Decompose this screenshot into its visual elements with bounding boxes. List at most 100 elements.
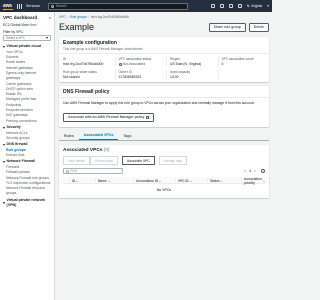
breadcrumb-rule-groups[interactable]: Rule groups [70,15,87,19]
sidebar-item-peering-connections[interactable]: Peering connections [3,119,51,124]
close-icon[interactable]: × [49,15,51,20]
breadcrumb-vpc[interactable]: VPC [59,15,66,19]
dns-panel-text: Use AWS Firewall Manager to apply this r… [63,100,255,105]
region-selector[interactable]: N. Virginia [247,4,263,8]
tab-rules[interactable]: Rules [59,134,79,140]
disassociate-button[interactable]: Disassociate [89,156,119,166]
tab-bar: Rules Associated VPCs Tags [59,133,269,142]
share-rule-group-button[interactable]: Share rule group [208,22,246,32]
sidebar-item-network-firewall-resource-groups[interactable]: Network Firewall resource groups [3,186,51,197]
config-field [217,70,266,79]
search-icon [66,169,69,173]
prev-page-button[interactable]: < [244,169,246,173]
gear-icon[interactable] [237,4,242,8]
configuration-description: This rule group is a AWS Firewall Manage… [63,47,144,51]
sort-icon [107,180,110,182]
column-header-status[interactable]: Status [207,179,241,184]
global-search-input[interactable]: Search [47,2,188,10]
caret-down-icon [3,143,5,146]
view-details-button[interactable]: View details [63,156,90,166]
config-field-label: ID [63,57,67,62]
column-header-id[interactable]: ID [69,179,95,184]
tab-associated-vpcs[interactable]: Associated VPCs [78,133,119,141]
page-header: Example Share rule group Delete [59,21,269,33]
sidebar-item-egress-only-internet-gateways[interactable]: Egress-only internet gateways [3,71,51,82]
sort-icon [263,180,266,182]
status-indicator: Not Associated [118,62,163,66]
config-field-value: Not shared [63,74,80,79]
help-icon[interactable] [228,4,233,8]
config-field: Region US East (N. Virginia) [166,57,214,66]
pagination: < 1 > [244,169,265,174]
config-field: Rule group share status Not shared [63,70,111,79]
column-header-vpc-id[interactable]: VPC ID [175,179,207,184]
config-field: ID rslvr-frg-2ccf7c67f64d4d0b [63,57,111,66]
column-header-association-id-label: Association ID [136,179,159,184]
nav-right-group: N. Virginia ▾ [210,4,269,8]
configuration-title: Example configuration [63,40,117,46]
column-header-id-label: ID [72,179,76,184]
column-header-vpc-id-label: VPC ID [178,179,189,184]
sidebar-section-title: Virtual private network (VPN) [6,197,46,208]
column-header-name-label: Name [98,179,107,184]
column-header-status-label: Status [210,179,220,184]
config-field-value: Not Associated [122,62,146,66]
sidebar-item-domain-lists[interactable]: Domain lists [3,153,51,158]
not-associated-icon [118,62,122,66]
breadcrumb: VPC › Rule groups › rslvr-frg-2ccf7c67f6… [59,14,269,20]
page-title: Example [59,22,95,32]
config-field-label: Region [170,57,181,62]
associated-vpcs-title: Associated VPCs [63,148,103,154]
column-header-association-priority[interactable]: Association priority [241,177,266,186]
caret-down-icon [3,161,5,164]
configuration-fields: ID rslvr-frg-2ccf7c67f64d4d0b VPC associat… [59,54,269,82]
manage-tags-button[interactable]: Manage tags [158,156,187,166]
config-field-label: VPC association status [118,57,152,62]
caret-down-icon [3,126,5,129]
caret-down-icon [3,202,5,205]
services-grid-icon[interactable] [17,3,22,9]
search-placeholder: Search [55,4,67,8]
aws-logo[interactable]: aws [3,3,13,10]
logo-text: aws [3,2,12,9]
search-icon [50,4,54,8]
config-field: Owner ID 217838081923 [114,70,163,79]
account-menu[interactable]: ▾ [267,4,269,8]
tab-tags[interactable]: Tags [118,134,136,140]
ec2-global-view-link[interactable]: EC2 Global View New [3,23,51,28]
associated-vpcs-table: ID Name Association ID VPC ID Status Ass… [63,177,266,198]
column-header-priority-label: Association priority [244,177,263,186]
column-header-association-id[interactable]: Association ID [133,179,175,184]
find-input[interactable]: Find [63,168,123,175]
associate-firewall-manager-button[interactable]: Associate with an AWS Firewall Manager p… [63,112,154,122]
next-page-button[interactable]: > [254,169,256,173]
cloudshell-icon[interactable] [210,4,215,8]
column-header-name[interactable]: Name [95,179,133,184]
sidebar-title[interactable]: VPC dashboard [3,15,37,20]
find-placeholder: Find [70,169,77,174]
dns-panel-title: DNS Firewall policy [63,88,110,95]
empty-table-message: No VPCs [156,188,172,193]
services-menu[interactable]: Services [26,4,40,8]
table-settings-gear-icon[interactable] [261,169,265,174]
sidebar-sections: Virtual private cloud Your VPCs Subnets Rou… [3,44,51,209]
config-field: VPC association status Not Associated [114,57,163,66]
sort-icon [189,180,192,182]
associate-vpc-button[interactable]: Associate VPC [122,156,155,166]
delete-button[interactable]: Delete [248,22,269,32]
sidebar-section-header[interactable]: Virtual private network (VPN) [3,198,51,209]
config-field-label: VPC association count [221,57,254,62]
sidebar-section-title: Security [6,124,21,129]
config-field-value: US East (N. Virginia) [170,62,202,66]
filter-by-vpc-label: Filter by VPC: [3,30,24,35]
table-header-row: ID Name Association ID VPC ID Status Ass… [63,177,266,186]
vpc-filter-select[interactable]: Select a VPC [3,35,51,42]
bell-icon[interactable] [219,4,224,8]
page-number[interactable]: 1 [249,169,251,173]
sidebar-item-security-groups[interactable]: Security groups [3,136,51,141]
top-navigation-bar: aws Services Search N. Virginia ▾ [0,0,272,12]
breadcrumb-separator: › [88,15,90,19]
config-field-value: 217838081923 [118,74,142,79]
configuration-panel-header: Example configuration This rule group is… [59,37,269,55]
sidebar-section-title: DNS firewall [6,142,28,147]
